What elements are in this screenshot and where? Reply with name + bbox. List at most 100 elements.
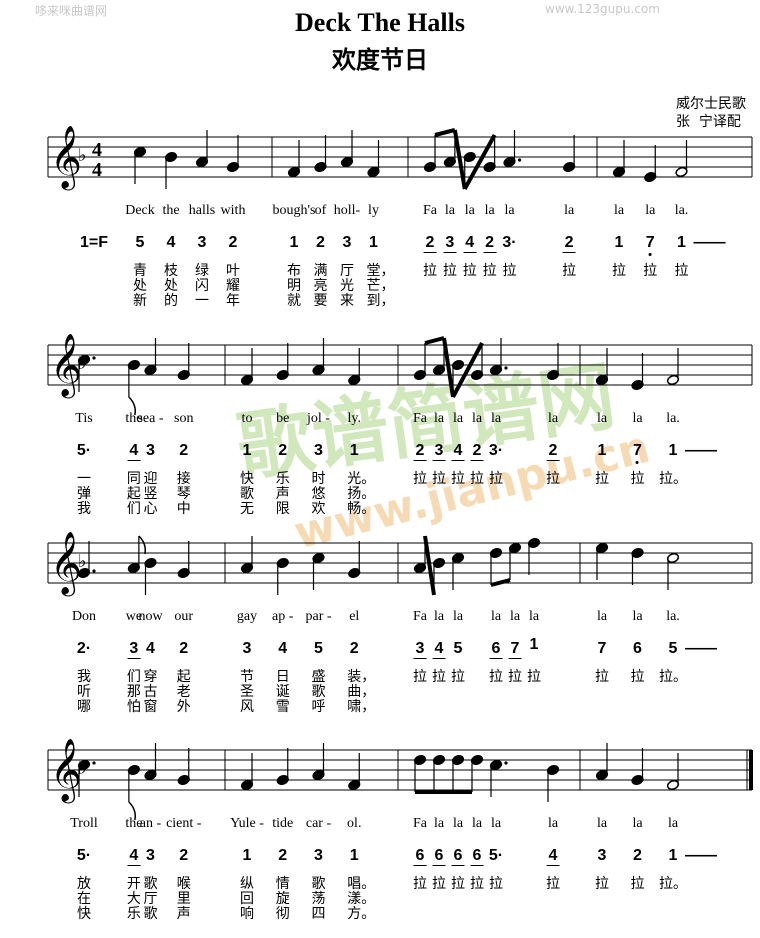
english-lyric: la <box>471 816 483 831</box>
augmentation-dot <box>92 569 96 573</box>
english-lyric: la <box>452 411 464 426</box>
jianpu-note: 5 <box>135 234 145 251</box>
chinese-lyric-verse-1: 放开歌喉纵情歌唱。 <box>0 877 760 892</box>
chinese-lyric-char: 处 <box>133 278 147 294</box>
jianpu-note: 2 <box>278 442 288 459</box>
time-signature-bottom: 4 <box>92 159 102 181</box>
jianpu-note: 4 <box>127 847 141 866</box>
jianpu-note: 4 <box>127 442 141 461</box>
english-lyric: la <box>528 609 540 624</box>
chinese-lyric-char: 处 <box>164 278 178 294</box>
chinese-lyric-char: 枝 <box>164 263 178 279</box>
chinese-lyric-char: 喉 <box>176 876 191 892</box>
chinese-lyric-char: 响 <box>240 906 254 922</box>
jianpu-note: 4 <box>463 234 477 253</box>
sheet-music-page: 哆来咪曲谱网 www.123gupu.com Deck The Halls 欢度… <box>0 0 760 938</box>
chinese-lyric-verse-3: 新 的 一 年 就要来到， <box>0 294 760 309</box>
english-lyric: an - <box>139 816 162 831</box>
jianpu-note: 3 <box>314 442 323 459</box>
jianpu-note: 2 <box>413 442 427 461</box>
english-lyric: la <box>667 816 679 831</box>
english-lyric: la <box>509 609 521 624</box>
chinese-lyric-char: 我 <box>77 669 91 685</box>
english-lyric: la <box>632 816 643 831</box>
jianpu-note: 6 <box>413 847 427 866</box>
jianpu-note: 3 <box>597 847 607 864</box>
chinese-lyric-char: 在 <box>77 891 91 907</box>
english-lyric: la. <box>674 203 689 218</box>
augmentation-dot <box>517 158 522 162</box>
chinese-lyric-char: 要 <box>313 293 328 309</box>
english-lyric: la <box>490 816 502 831</box>
final-barline-thick <box>749 750 753 790</box>
jianpu-note: 3 <box>413 640 427 659</box>
jianpu-note: 2· <box>76 640 92 657</box>
jianpu-note: 1 <box>369 234 378 251</box>
jianpu-note: 3· <box>502 234 517 251</box>
chinese-lyric-char: 欢 <box>311 501 326 517</box>
chinese-lyric-char: 日 <box>275 669 290 685</box>
jianpu-note: 3 <box>443 234 457 253</box>
chinese-lyric-verse-2: 处 处 闪 耀 明亮光芒， <box>0 279 760 294</box>
chinese-lyric-char: 古 <box>143 684 158 700</box>
chinese-lyric-verse-1: 青 枝 绿 叶 布满厅堂， <box>0 264 760 279</box>
jianpu-note: 2 <box>179 640 189 657</box>
chinese-lyric-verse-3: 快 乐歌 声 响 彻 四 方。 <box>0 907 760 922</box>
jianpu-note: 1 <box>529 636 539 653</box>
english-lyric: la <box>464 203 475 218</box>
chinese-lyric-char: 到， <box>366 293 395 309</box>
chinese-lyric-char: 旋 <box>275 891 290 907</box>
chinese-lyric-char: 放 <box>77 876 91 892</box>
chinese-lyric-char: 盛 <box>311 669 326 685</box>
chinese-lyric-char: 厅 <box>340 263 354 279</box>
chinese-lyric-char: 琴 <box>176 486 191 502</box>
chinese-lyric-char: 外 <box>176 699 191 715</box>
jianpu-note: 3 <box>242 640 252 657</box>
beam <box>424 336 445 345</box>
english-lyric: la <box>596 816 608 831</box>
eighth-flag <box>138 535 146 555</box>
jianpu-note: 1 <box>668 442 678 459</box>
chinese-lyric-char: 乐 <box>126 906 141 922</box>
chinese-lyric-char: 歌 <box>311 684 326 700</box>
english-lyric: Fa <box>413 609 427 624</box>
english-lyric: Fa <box>413 816 427 831</box>
jianpu-note: 2 <box>470 442 484 461</box>
chinese-lyric-char: 新 <box>133 293 147 309</box>
jianpu-note: 7 <box>597 640 607 657</box>
english-lyric: la <box>471 411 483 426</box>
english-lyric: tide <box>272 816 294 831</box>
chinese-lyric-char: 哪 <box>77 699 91 715</box>
jianpu-note: 1 <box>289 234 299 251</box>
jianpu-note: 3· <box>488 442 504 459</box>
chinese-lyric-char: 就 <box>287 293 301 309</box>
english-lyric: par - <box>305 609 332 624</box>
chinese-lyric-char: 那 <box>126 684 141 700</box>
jianpu-note: 1 <box>242 442 252 459</box>
jianpu-note: 3 <box>342 234 352 251</box>
chinese-lyric-char: 时 <box>311 471 326 487</box>
chinese-lyric-verse-2: 在 大厅 里 回 旋 荡 漾。 <box>0 892 760 907</box>
jianpu-note: 7 <box>633 442 642 464</box>
chinese-lyric-char: 漾。 <box>347 891 376 907</box>
jianpu-note: 3 <box>432 442 446 461</box>
jianpu-note: 1 <box>349 442 359 459</box>
chinese-lyric-char: 风 <box>240 699 254 715</box>
chinese-lyric-char: 迎 <box>143 471 158 487</box>
english-lyric: la <box>490 609 502 624</box>
jianpu-dot: · <box>85 640 92 657</box>
chinese-lyric-char: 无 <box>240 501 254 517</box>
jianpu-note: 2 <box>349 640 359 657</box>
beam <box>490 578 511 587</box>
english-lyric: son <box>174 411 194 426</box>
chinese-lyric-char: 呼 <box>311 699 326 715</box>
jianpu-dot: · <box>497 442 504 459</box>
english-lyric: la <box>433 411 445 426</box>
english-lyric: sea - <box>137 411 164 426</box>
jianpu-note: 3 <box>314 847 323 864</box>
jianpu-note: 2 <box>633 847 642 864</box>
english-lyric: halls <box>188 203 216 218</box>
jianpu-note: 2 <box>562 234 576 253</box>
chinese-lyric-char: 声 <box>275 486 290 502</box>
chinese-lyric-char: 快 <box>240 471 254 487</box>
